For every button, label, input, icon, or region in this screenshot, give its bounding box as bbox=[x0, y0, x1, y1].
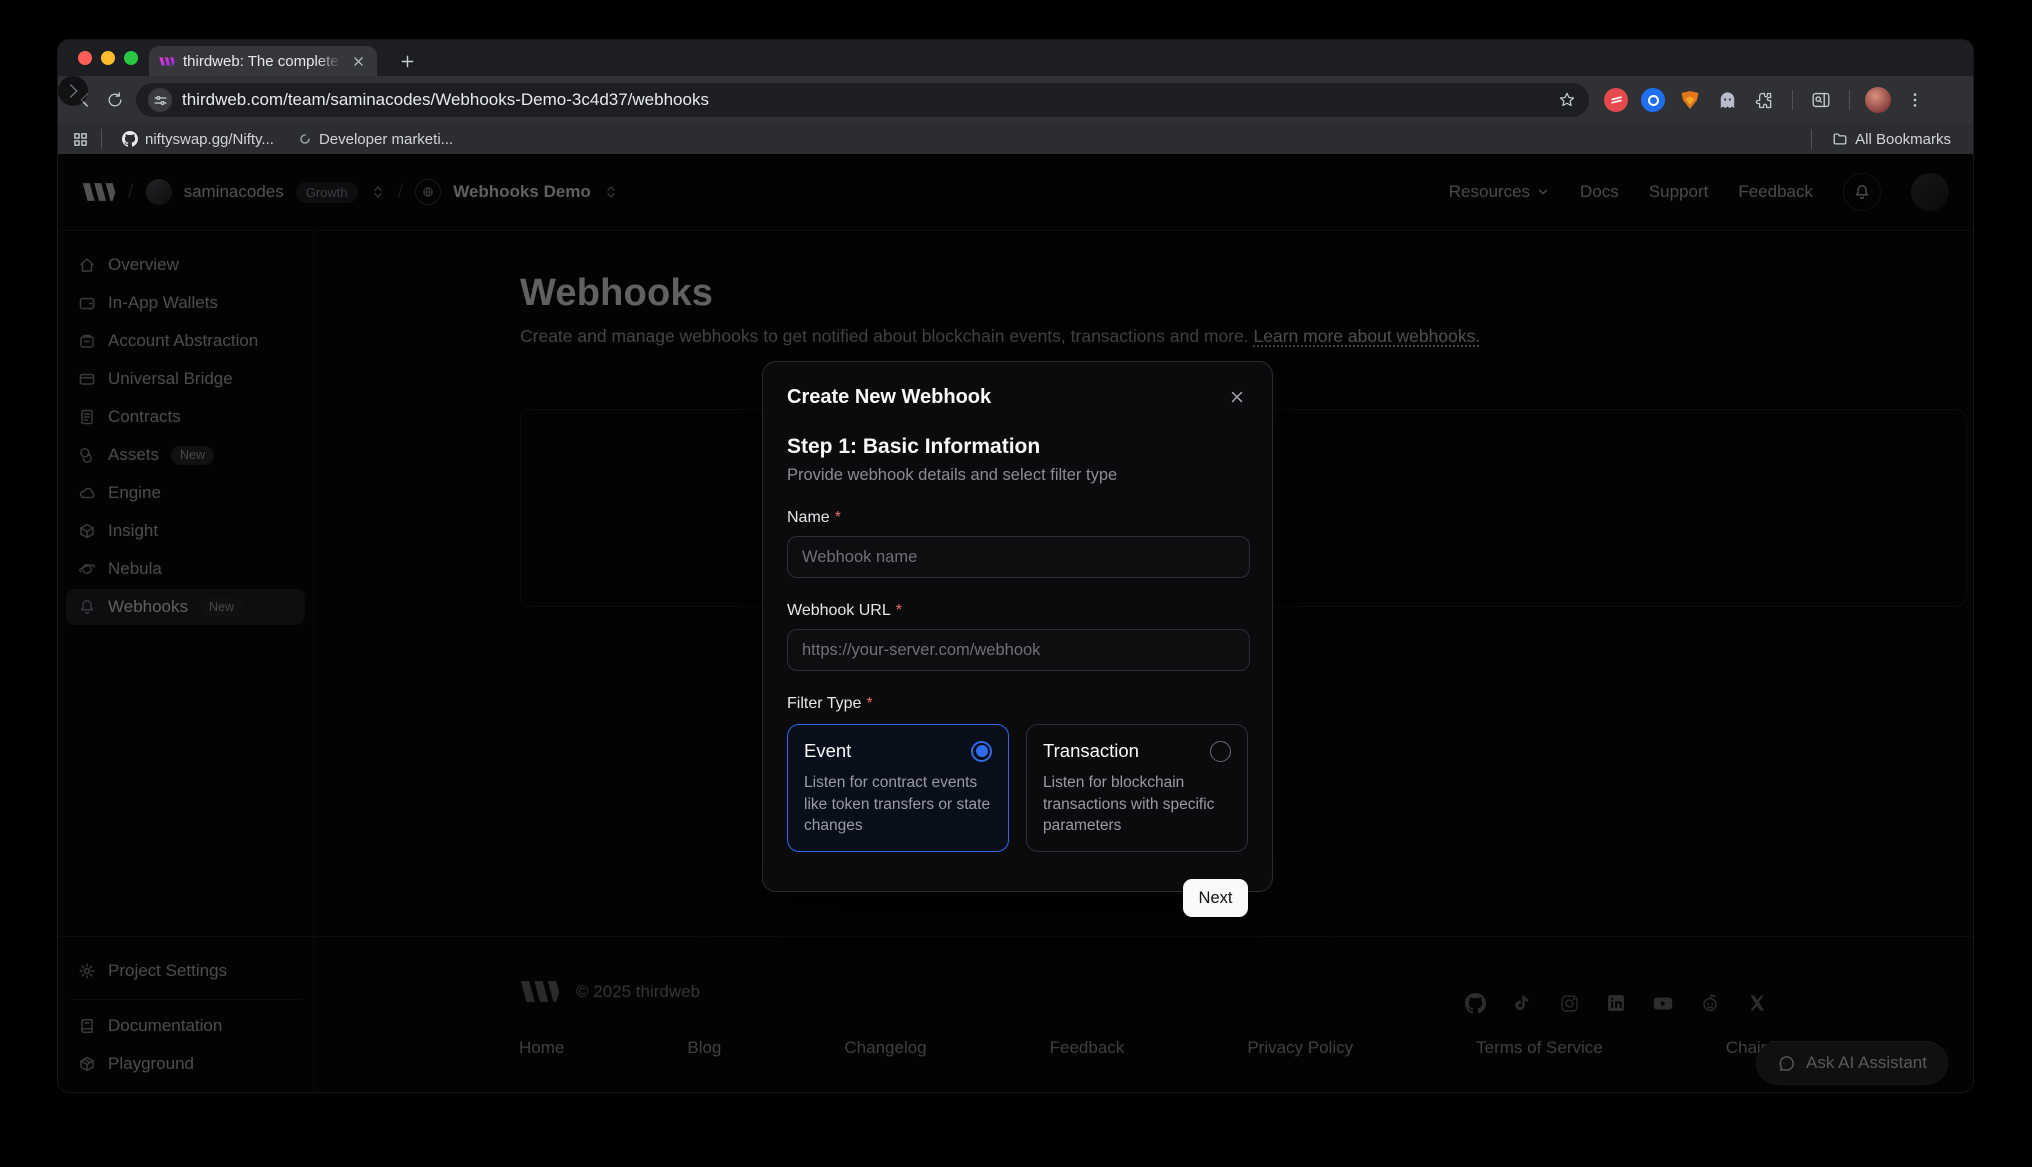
filter-option-title: Event bbox=[804, 740, 851, 762]
url-text: thirdweb.com/team/saminacodes/Webhooks-D… bbox=[182, 90, 1547, 110]
step-subtitle: Provide webhook details and select filte… bbox=[787, 466, 1248, 485]
radio-unselected-icon[interactable] bbox=[1210, 741, 1231, 762]
tab-title: thirdweb: The complete web3 bbox=[183, 53, 341, 70]
all-bookmarks-button[interactable]: All Bookmarks bbox=[1824, 129, 1959, 150]
site-settings-icon[interactable] bbox=[148, 88, 172, 112]
phantom-icon[interactable] bbox=[1714, 87, 1740, 113]
modal-title: Create New Webhook bbox=[787, 386, 991, 409]
browser-window: thirdweb: The complete web3 thirdweb.com… bbox=[57, 39, 1974, 1093]
name-label: Name* bbox=[787, 509, 1248, 527]
toolbar-divider bbox=[1792, 90, 1793, 110]
required-asterisk: * bbox=[866, 695, 872, 713]
zoom-window-button[interactable] bbox=[124, 51, 138, 65]
thirdweb-favicon bbox=[159, 56, 175, 67]
filter-option-title: Transaction bbox=[1043, 740, 1139, 762]
kebab-menu-icon[interactable] bbox=[1902, 87, 1928, 113]
extension-blue-icon[interactable] bbox=[1640, 87, 1666, 113]
all-bookmarks-label: All Bookmarks bbox=[1855, 131, 1951, 148]
close-window-button[interactable] bbox=[78, 51, 92, 65]
page-content: / saminacodes Growth / Webhooks Demo Res… bbox=[58, 154, 1973, 1093]
tab-strip: thirdweb: The complete web3 bbox=[58, 40, 1973, 76]
bookmark-item[interactable]: Developer marketi... bbox=[290, 129, 461, 150]
minimize-window-button[interactable] bbox=[101, 51, 115, 65]
metamask-icon[interactable] bbox=[1677, 87, 1703, 113]
filter-option-transaction[interactable]: Transaction Listen for blockchain transa… bbox=[1026, 724, 1248, 852]
filter-option-description: Listen for contract events like token tr… bbox=[804, 772, 992, 837]
folder-icon bbox=[1832, 131, 1848, 147]
webhook-url-label: Webhook URL* bbox=[787, 602, 1248, 620]
webhook-name-input[interactable] bbox=[787, 536, 1250, 578]
webhook-url-input[interactable] bbox=[787, 629, 1250, 671]
extension-red-icon[interactable] bbox=[1603, 87, 1629, 113]
tab-close-icon[interactable] bbox=[349, 52, 367, 70]
step-title: Step 1: Basic Information bbox=[787, 435, 1248, 459]
bookmark-item[interactable]: niftyswap.gg/Nifty... bbox=[114, 129, 282, 150]
bookmark-star-icon[interactable] bbox=[1557, 90, 1577, 110]
apps-grid-icon[interactable] bbox=[72, 131, 89, 148]
filter-type-label: Filter Type* bbox=[787, 695, 1248, 713]
bookmarks-divider bbox=[101, 129, 102, 149]
bookmark-label: niftyswap.gg/Nifty... bbox=[145, 131, 274, 148]
required-asterisk: * bbox=[835, 509, 841, 527]
github-icon bbox=[122, 131, 138, 147]
bookmark-label: Developer marketi... bbox=[319, 131, 453, 148]
next-button[interactable]: Next bbox=[1183, 879, 1248, 917]
side-panel-icon[interactable] bbox=[1808, 87, 1834, 113]
extensions-puzzle-icon[interactable] bbox=[1751, 87, 1777, 113]
address-bar[interactable]: thirdweb.com/team/saminacodes/Webhooks-D… bbox=[136, 83, 1589, 117]
radio-selected-icon[interactable] bbox=[971, 741, 992, 762]
bookmarks-divider bbox=[1811, 129, 1812, 149]
traffic-lights bbox=[78, 51, 138, 65]
extensions-row bbox=[1603, 87, 1928, 113]
browser-tab[interactable]: thirdweb: The complete web3 bbox=[149, 46, 377, 76]
reload-button[interactable] bbox=[100, 85, 130, 115]
bookmarks-bar: niftyswap.gg/Nifty... Developer marketi.… bbox=[58, 124, 1973, 154]
filter-option-event[interactable]: Event Listen for contract events like to… bbox=[787, 724, 1009, 852]
create-webhook-modal: Create New Webhook Step 1: Basic Informa… bbox=[762, 361, 1273, 892]
site-favicon-icon bbox=[298, 132, 312, 146]
browser-profile-avatar[interactable] bbox=[1865, 87, 1891, 113]
browser-toolbar: thirdweb.com/team/saminacodes/Webhooks-D… bbox=[58, 76, 1973, 124]
required-asterisk: * bbox=[896, 602, 902, 620]
toolbar-divider bbox=[1849, 90, 1850, 110]
close-icon[interactable] bbox=[1226, 386, 1248, 408]
forward-button[interactable] bbox=[58, 76, 88, 106]
filter-option-description: Listen for blockchain transactions with … bbox=[1043, 772, 1231, 837]
new-tab-button[interactable] bbox=[394, 48, 420, 74]
